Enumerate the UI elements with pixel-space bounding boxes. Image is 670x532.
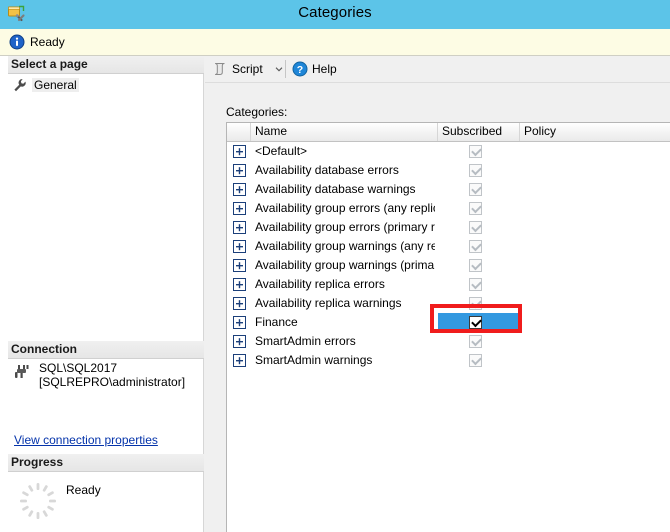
grid-body: <Default> Availability database errors Ava… [227,142,670,532]
script-button[interactable]: Script [209,58,266,80]
cell-name: Availability group errors (any replica r… [255,201,435,216]
cell-subscribed-checkbox[interactable] [438,294,520,313]
checkmark-icon [469,183,482,196]
grid-header-row: Name Subscribed Policy [227,123,670,142]
status-text: Ready [30,35,65,49]
cell-name: Availability group warnings (primary r..… [255,258,435,273]
progress-status-text: Ready [66,483,101,497]
checkmark-icon [469,297,482,310]
table-row[interactable]: Availability replica errors [227,275,670,294]
cell-subscribed-checkbox[interactable] [438,142,520,161]
cell-name: <Default> [255,144,435,159]
cell-subscribed-checkbox[interactable] [438,332,520,351]
expand-plus-icon[interactable] [233,164,246,177]
connection-plug-icon [14,363,32,381]
svg-text:?: ? [297,64,303,76]
expand-plus-icon[interactable] [233,183,246,196]
column-header-blank[interactable] [227,123,251,141]
expand-plus-icon[interactable] [233,354,246,367]
cell-name: Availability replica errors [255,277,435,292]
select-page-header: Select a page [8,56,204,74]
help-button[interactable]: ? Help [289,58,340,80]
connection-user: [SQLREPRO\administrator] [39,375,185,389]
table-row[interactable]: Availability group errors (primary repli… [227,218,670,237]
status-strip: Ready [0,29,670,56]
toolbar-separator [285,60,286,78]
column-header-policy[interactable]: Policy [520,123,670,141]
cell-name: Availability database errors [255,163,435,178]
expand-plus-icon[interactable] [233,145,246,158]
spinner-icon [18,481,58,521]
expand-plus-icon[interactable] [233,278,246,291]
cell-subscribed-checkbox[interactable] [438,351,520,370]
help-question-icon: ? [292,61,308,77]
table-row[interactable]: Availability database warnings [227,180,670,199]
checkmark-icon [469,354,482,367]
chevron-down-icon [275,62,283,76]
sidebar-item-general-label: General [32,78,79,92]
connection-server: SQL\SQL2017 [39,361,117,375]
checkmark-icon [469,164,482,177]
cell-name: Availability group errors (primary repli… [255,220,435,235]
table-row[interactable]: SmartAdmin errors [227,332,670,351]
connection-details: SQL\SQL2017[SQLREPRO\administrator] [39,361,185,389]
cell-subscribed-checkbox[interactable] [438,237,520,256]
checkmark-icon [469,145,482,158]
cell-subscribed-checkbox[interactable] [438,180,520,199]
cell-name: Availability group warnings (any repli..… [255,239,435,254]
table-row[interactable]: <Default> [227,142,670,161]
checkmark-icon [469,278,482,291]
expand-plus-icon[interactable] [233,240,246,253]
cell-name: Availability database warnings [255,182,435,197]
cell-subscribed-checkbox[interactable] [438,275,520,294]
cell-subscribed-checkbox[interactable] [438,199,520,218]
table-row[interactable]: Finance [227,313,670,332]
window-title: Categories [0,4,670,21]
checkmark-icon [469,221,482,234]
help-button-label: Help [312,62,337,76]
categories-label: Categories: [226,105,287,119]
cell-subscribed-checkbox[interactable] [438,161,520,180]
expand-plus-icon[interactable] [233,316,246,329]
title-bar: Categories [0,0,670,29]
checkmark-icon [469,240,482,253]
categories-grid: Name Subscribed Policy <Default> Availabi… [226,122,670,532]
cell-name: Availability replica warnings [255,296,435,311]
checkmark-icon [469,335,482,348]
script-button-label: Script [232,62,263,76]
script-dropdown-button[interactable] [269,58,289,80]
connection-header: Connection [8,341,204,359]
categories-dialog-window: Categories Ready Select a page General C… [0,0,670,532]
expand-plus-icon[interactable] [233,297,246,310]
cell-name: SmartAdmin warnings [255,353,435,368]
cell-subscribed-checkbox[interactable] [438,256,520,275]
expand-plus-icon[interactable] [233,335,246,348]
progress-header: Progress [8,454,204,472]
table-row[interactable]: Availability database errors [227,161,670,180]
column-header-subscribed[interactable]: Subscribed [438,123,520,141]
table-row[interactable]: Availability group errors (any replica r… [227,199,670,218]
toolbar: Script ? Help [205,56,670,83]
cell-subscribed-checkbox[interactable] [438,313,520,332]
checkmark-icon [469,316,482,329]
script-icon [212,61,228,77]
table-row[interactable]: SmartAdmin warnings [227,351,670,370]
right-pane: Script ? Help Categories: [205,56,670,532]
expand-plus-icon[interactable] [233,221,246,234]
table-row[interactable]: Availability replica warnings [227,294,670,313]
expand-plus-icon[interactable] [233,202,246,215]
table-row[interactable]: Availability group warnings (primary r..… [227,256,670,275]
cell-subscribed-checkbox[interactable] [438,218,520,237]
cell-name: Finance [255,315,435,330]
view-connection-properties-link[interactable]: View connection properties [14,433,158,447]
sidebar-item-general[interactable]: General [12,77,79,93]
wrench-icon [12,77,28,93]
cell-name: SmartAdmin errors [255,334,435,349]
checkmark-icon [469,202,482,215]
column-header-name[interactable]: Name [251,123,438,141]
expand-plus-icon[interactable] [233,259,246,272]
table-row[interactable]: Availability group warnings (any repli..… [227,237,670,256]
checkmark-icon [469,259,482,272]
info-icon [9,34,25,50]
